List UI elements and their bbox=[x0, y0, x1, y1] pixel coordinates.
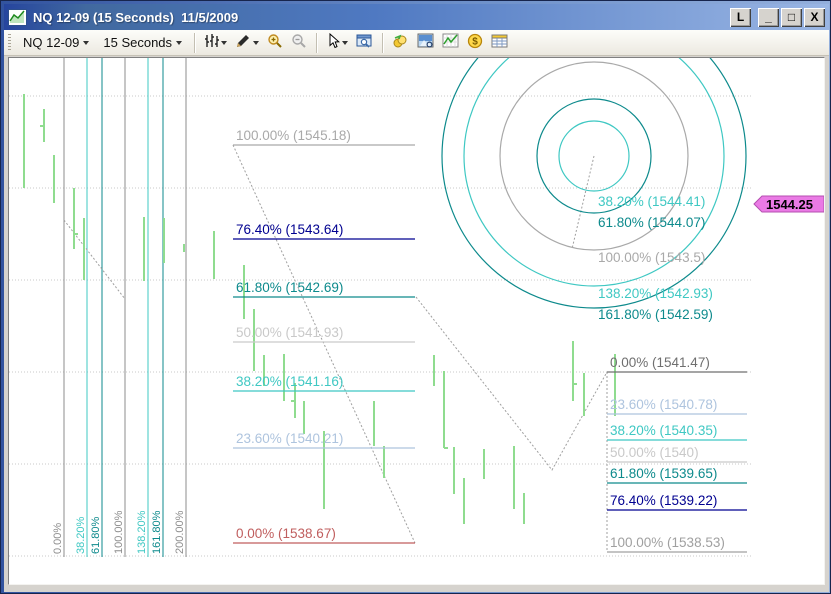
fib-level-right-label: 100.00% (1538.53) bbox=[610, 535, 725, 550]
fib-time-label: 0.00% bbox=[52, 523, 64, 554]
instrument-selector[interactable]: NQ 12-09 bbox=[17, 32, 95, 53]
fib-time-label: 138.20% bbox=[136, 510, 148, 554]
price-chart-canvas[interactable]: 0.00% 38.20% 61.80% 100.00% 138.20% 161.80% 20… bbox=[9, 58, 824, 584]
interval-label: 15 Seconds bbox=[103, 35, 173, 50]
toolbar-separator bbox=[316, 32, 318, 53]
toolbar: NQ 12-09 15 Seconds $ bbox=[4, 30, 829, 56]
fib-level-right-label: 38.20% (1540.35) bbox=[610, 423, 717, 438]
image-button[interactable] bbox=[414, 30, 437, 55]
fib-circle-label: 38.20% (1544.41) bbox=[598, 194, 705, 209]
toolbar-separator bbox=[194, 32, 196, 53]
dollar-coin-icon: $ bbox=[467, 33, 483, 52]
chevron-down-icon bbox=[176, 40, 183, 45]
zoom-window-button[interactable] bbox=[353, 30, 376, 55]
price-type-button[interactable] bbox=[201, 30, 230, 55]
fib-time-label: 100.00% bbox=[113, 510, 125, 554]
pointer-button[interactable] bbox=[323, 30, 351, 55]
titlebar[interactable]: NQ 12-09 (15 Seconds) 11/5/2009 L _ □ X bbox=[4, 4, 829, 30]
interval-selector[interactable]: 15 Seconds bbox=[97, 32, 188, 53]
fib-level-label: 76.40% (1543.64) bbox=[236, 222, 343, 237]
image-icon bbox=[417, 33, 434, 52]
chevron-down-icon bbox=[221, 40, 228, 45]
mini-chart-icon bbox=[442, 33, 459, 52]
zoom-in-button[interactable] bbox=[264, 30, 286, 55]
chevron-down-icon bbox=[83, 40, 90, 45]
app-window: NQ 12-09 (15 Seconds) 11/5/2009 L _ □ X … bbox=[0, 0, 831, 594]
fib-level-label: 38.20% (1541.16) bbox=[236, 374, 343, 389]
fib-time-label: 200.00% bbox=[174, 510, 186, 554]
price-type-icon bbox=[204, 33, 220, 52]
zoom-out-icon bbox=[291, 33, 307, 52]
drawing-tools-icon bbox=[235, 33, 251, 52]
data-grid-icon bbox=[491, 33, 508, 52]
coins-trade-icon bbox=[392, 33, 409, 52]
link-button[interactable]: L bbox=[730, 7, 751, 27]
fib-level-label: 0.00% (1538.67) bbox=[236, 526, 336, 541]
fib-level-label: 23.60% (1540.21) bbox=[236, 431, 343, 446]
price-marker-value: 1544.25 bbox=[766, 197, 813, 212]
fib-anchor-line bbox=[571, 155, 595, 250]
toolbar-separator bbox=[382, 32, 384, 53]
mini-chart-button[interactable] bbox=[439, 30, 462, 55]
instrument-label: NQ 12-09 bbox=[23, 35, 80, 50]
fib-time-label: 61.80% bbox=[90, 516, 102, 554]
fib-circle-label: 100.00% (1543.5) bbox=[598, 250, 705, 265]
fib-level-right-label: 50.00% (1540) bbox=[610, 445, 699, 460]
chart-area[interactable]: 0.00% 38.20% 61.80% 100.00% 138.20% 161.80% 20… bbox=[8, 57, 825, 585]
zoom-out-button[interactable] bbox=[288, 30, 310, 55]
drawing-tools-button[interactable] bbox=[232, 30, 262, 55]
chart-app-icon bbox=[8, 8, 27, 26]
fib-level-label: 50.00% (1541.93) bbox=[236, 325, 343, 340]
zoom-window-icon bbox=[356, 33, 373, 52]
fib-level-right-label: 0.00% (1541.47) bbox=[610, 355, 710, 370]
fib-level-right-label: 23.60% (1540.78) bbox=[610, 397, 717, 412]
svg-text:$: $ bbox=[472, 37, 478, 48]
fib-time-label: 38.20% bbox=[75, 516, 87, 554]
fib-level-label: 61.80% (1542.69) bbox=[236, 280, 343, 295]
minimize-button[interactable]: _ bbox=[758, 7, 779, 27]
data-grid-button[interactable] bbox=[488, 30, 511, 55]
chevron-down-icon bbox=[253, 40, 260, 45]
window-title: NQ 12-09 (15 Seconds) 11/5/2009 bbox=[33, 9, 239, 25]
chevron-down-icon bbox=[342, 40, 349, 45]
pointer-icon bbox=[326, 32, 341, 52]
toolbar-grip[interactable] bbox=[8, 33, 11, 52]
fib-level-right-label: 76.40% (1539.22) bbox=[610, 493, 717, 508]
zoom-in-icon bbox=[267, 33, 283, 52]
fib-level-label: 100.00% (1545.18) bbox=[236, 128, 351, 143]
coins-trade-button[interactable] bbox=[389, 30, 412, 55]
fib-circle-label: 161.80% (1542.59) bbox=[598, 307, 713, 322]
fib-circle-label: 138.20% (1542.93) bbox=[598, 286, 713, 301]
maximize-button[interactable]: □ bbox=[781, 7, 802, 27]
fib-time-label: 161.80% bbox=[151, 510, 163, 554]
fib-circle-label: 61.80% (1544.07) bbox=[598, 215, 705, 230]
dollar-coin-button[interactable]: $ bbox=[464, 30, 486, 55]
close-button[interactable]: X bbox=[804, 7, 825, 27]
chart-client: 0.00% 38.20% 61.80% 100.00% 138.20% 161.80% 20… bbox=[4, 56, 829, 592]
fib-level-right-label: 61.80% (1539.65) bbox=[610, 466, 717, 481]
